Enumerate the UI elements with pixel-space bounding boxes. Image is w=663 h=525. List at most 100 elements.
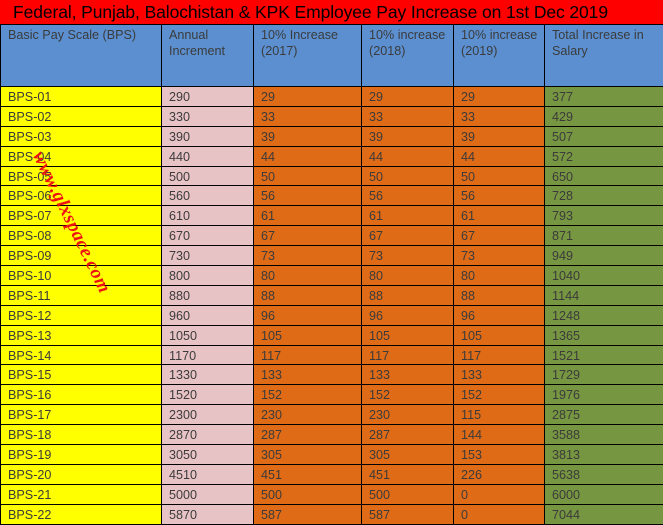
cell-increase-2017: 117	[254, 345, 362, 365]
cell-annual-increment: 1520	[162, 385, 254, 405]
cell-total-increase: 3588	[545, 425, 663, 445]
cell-total-increase: 1521	[545, 345, 663, 365]
cell-basic-pay-scale: BPS-15	[1, 365, 162, 385]
column-header-increase-2018: 10% increase (2018)	[362, 25, 454, 87]
cell-annual-increment: 3050	[162, 445, 254, 465]
cell-total-increase: 1248	[545, 305, 663, 325]
cell-total-increase: 728	[545, 186, 663, 206]
cell-increase-2018: 152	[362, 385, 454, 405]
cell-total-increase: 2875	[545, 405, 663, 425]
cell-basic-pay-scale: BPS-19	[1, 445, 162, 465]
cell-annual-increment: 960	[162, 305, 254, 325]
cell-increase-2019: 50	[454, 166, 545, 186]
cell-annual-increment: 880	[162, 285, 254, 305]
cell-basic-pay-scale: BPS-01	[1, 87, 162, 107]
cell-total-increase: 3813	[545, 445, 663, 465]
table-row: BPS-01290292929377	[1, 87, 663, 107]
cell-increase-2017: 105	[254, 325, 362, 345]
cell-annual-increment: 1330	[162, 365, 254, 385]
cell-increase-2017: 50	[254, 166, 362, 186]
cell-basic-pay-scale: BPS-06	[1, 186, 162, 206]
table-row: BPS-1615201521521521976	[1, 385, 663, 405]
cell-increase-2019: 226	[454, 464, 545, 484]
column-header-basic-pay-scale: Basic Pay Scale (BPS)	[1, 25, 162, 87]
cell-increase-2018: 96	[362, 305, 454, 325]
table-row: BPS-04440444444572	[1, 146, 663, 166]
cell-annual-increment: 330	[162, 106, 254, 126]
cell-increase-2017: 451	[254, 464, 362, 484]
table-row: BPS-02330333333429	[1, 106, 663, 126]
cell-total-increase: 1365	[545, 325, 663, 345]
cell-total-increase: 1976	[545, 385, 663, 405]
cell-increase-2018: 80	[362, 266, 454, 286]
cell-total-increase: 1040	[545, 266, 663, 286]
table-row: BPS-1411701171171171521	[1, 345, 663, 365]
cell-total-increase: 572	[545, 146, 663, 166]
cell-increase-2018: 305	[362, 445, 454, 465]
cell-increase-2018: 29	[362, 87, 454, 107]
cell-increase-2018: 105	[362, 325, 454, 345]
cell-annual-increment: 390	[162, 126, 254, 146]
cell-annual-increment: 4510	[162, 464, 254, 484]
cell-increase-2019: 39	[454, 126, 545, 146]
cell-increase-2019: 153	[454, 445, 545, 465]
cell-increase-2019: 29	[454, 87, 545, 107]
cell-total-increase: 7044	[545, 504, 663, 524]
cell-annual-increment: 1050	[162, 325, 254, 345]
cell-increase-2017: 287	[254, 425, 362, 445]
table-row: BPS-05500505050650	[1, 166, 663, 186]
cell-total-increase: 650	[545, 166, 663, 186]
pay-increase-table: Basic Pay Scale (BPS) Annual Increment 1…	[0, 24, 663, 525]
cell-basic-pay-scale: BPS-14	[1, 345, 162, 365]
cell-basic-pay-scale: BPS-08	[1, 226, 162, 246]
cell-increase-2017: 305	[254, 445, 362, 465]
cell-basic-pay-scale: BPS-05	[1, 166, 162, 186]
cell-increase-2018: 33	[362, 106, 454, 126]
cell-annual-increment: 5870	[162, 504, 254, 524]
cell-annual-increment: 560	[162, 186, 254, 206]
cell-increase-2018: 50	[362, 166, 454, 186]
cell-basic-pay-scale: BPS-11	[1, 285, 162, 305]
cell-increase-2018: 67	[362, 226, 454, 246]
cell-total-increase: 377	[545, 87, 663, 107]
cell-basic-pay-scale: BPS-12	[1, 305, 162, 325]
table-header: Basic Pay Scale (BPS) Annual Increment 1…	[1, 25, 663, 87]
cell-increase-2019: 56	[454, 186, 545, 206]
table-row: BPS-08670676767871	[1, 226, 663, 246]
cell-increase-2019: 80	[454, 266, 545, 286]
cell-increase-2018: 88	[362, 285, 454, 305]
cell-increase-2017: 33	[254, 106, 362, 126]
cell-increase-2018: 500	[362, 484, 454, 504]
cell-basic-pay-scale: BPS-03	[1, 126, 162, 146]
cell-annual-increment: 730	[162, 246, 254, 266]
cell-total-increase: 949	[545, 246, 663, 266]
table-row: BPS-118808888881144	[1, 285, 663, 305]
cell-increase-2018: 44	[362, 146, 454, 166]
cell-basic-pay-scale: BPS-18	[1, 425, 162, 445]
table-row: BPS-03390393939507	[1, 126, 663, 146]
cell-increase-2018: 287	[362, 425, 454, 445]
cell-increase-2018: 117	[362, 345, 454, 365]
table-row: BPS-1723002302301152875	[1, 405, 663, 425]
cell-annual-increment: 800	[162, 266, 254, 286]
cell-increase-2018: 230	[362, 405, 454, 425]
table-row: BPS-1513301331331331729	[1, 365, 663, 385]
cell-increase-2019: 0	[454, 504, 545, 524]
cell-increase-2018: 56	[362, 186, 454, 206]
cell-increase-2017: 29	[254, 87, 362, 107]
cell-annual-increment: 440	[162, 146, 254, 166]
cell-increase-2018: 61	[362, 206, 454, 226]
cell-total-increase: 429	[545, 106, 663, 126]
cell-increase-2017: 67	[254, 226, 362, 246]
cell-increase-2019: 144	[454, 425, 545, 445]
column-header-increase-2017: 10% Increase (2017)	[254, 25, 362, 87]
table-row: BPS-129609696961248	[1, 305, 663, 325]
cell-increase-2017: 39	[254, 126, 362, 146]
cell-increase-2019: 33	[454, 106, 545, 126]
cell-annual-increment: 670	[162, 226, 254, 246]
cell-annual-increment: 1170	[162, 345, 254, 365]
cell-basic-pay-scale: BPS-10	[1, 266, 162, 286]
cell-basic-pay-scale: BPS-17	[1, 405, 162, 425]
cell-total-increase: 6000	[545, 484, 663, 504]
column-header-total-increase: Total Increase in Salary	[545, 25, 663, 87]
